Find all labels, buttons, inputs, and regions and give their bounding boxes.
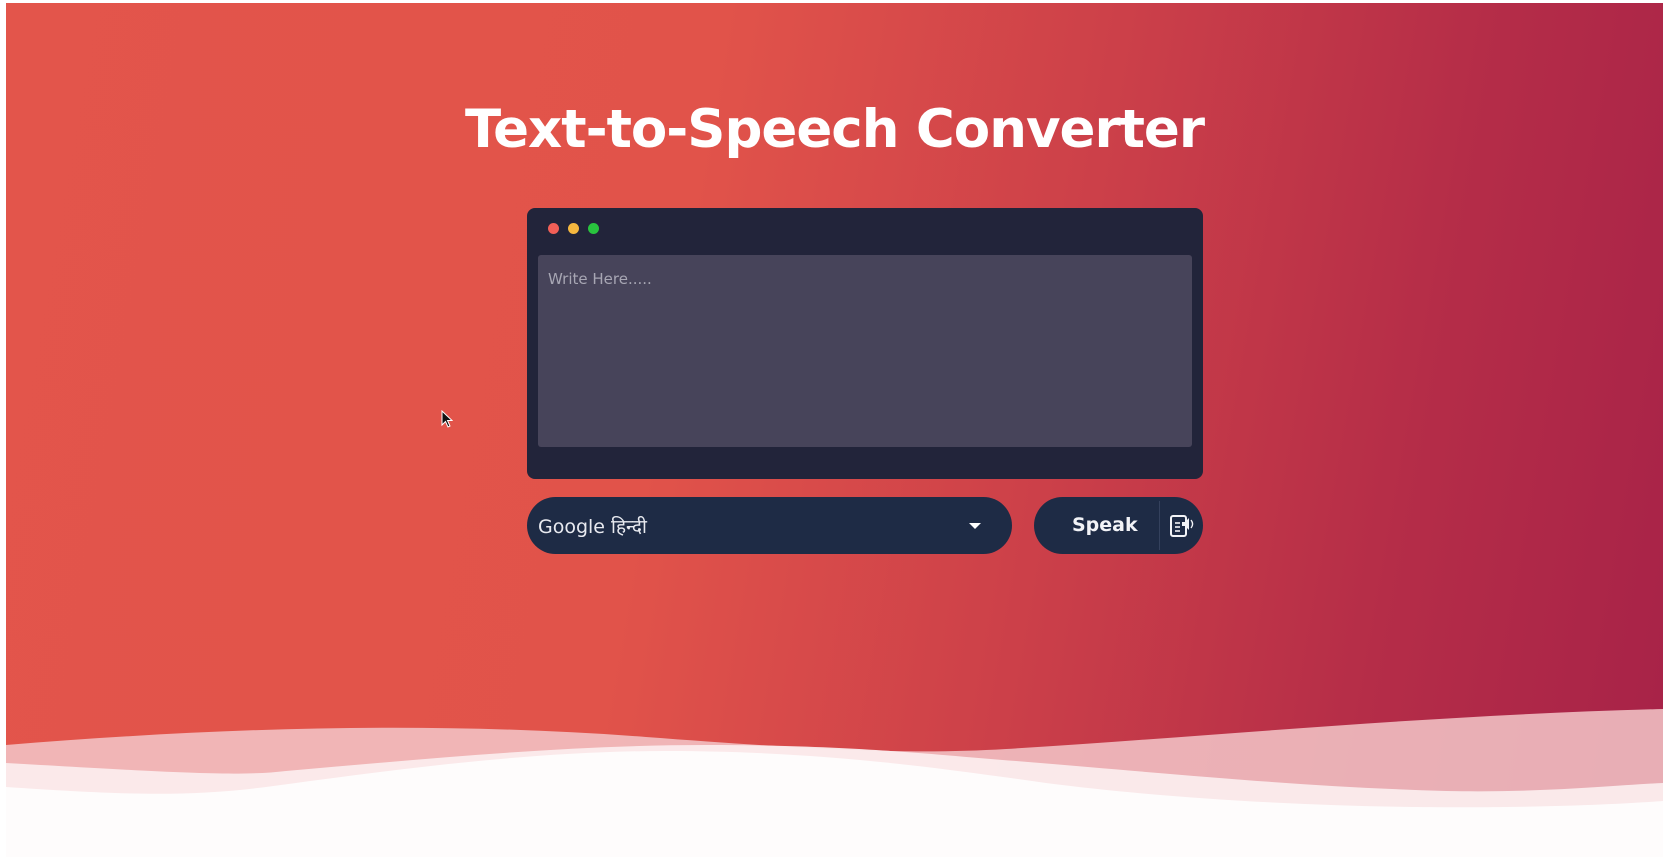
page: Text-to-Speech Converter Google हिन्दी S… [6, 3, 1663, 857]
text-input[interactable] [538, 255, 1192, 447]
chevron-down-icon [969, 523, 981, 529]
speaker-document-icon [1170, 515, 1194, 537]
speak-button[interactable]: Speak [1034, 497, 1203, 554]
window-maximize-dot [588, 223, 599, 234]
mouse-pointer-icon [441, 410, 453, 428]
voice-select[interactable]: Google हिन्दी [527, 497, 1012, 554]
page-title: Text-to-Speech Converter [464, 99, 1205, 160]
speak-button-divider [1159, 501, 1160, 550]
wave-decoration [6, 709, 1663, 857]
editor-window [527, 208, 1203, 479]
speak-button-label: Speak [1072, 514, 1138, 536]
voice-select-value: Google हिन्दी [538, 516, 647, 538]
window-close-dot [548, 223, 559, 234]
window-minimize-dot [568, 223, 579, 234]
